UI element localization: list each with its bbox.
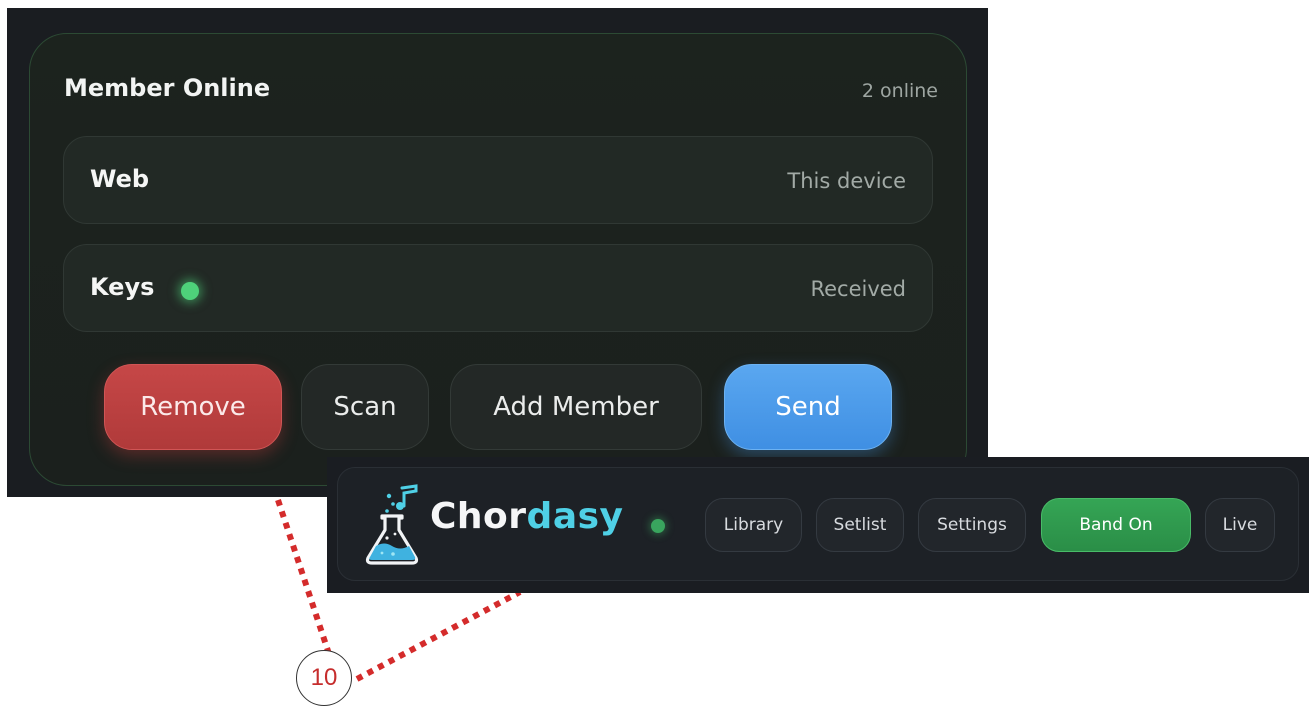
- panel-title: Member Online: [64, 74, 271, 102]
- flask-logo-icon[interactable]: [362, 484, 424, 566]
- nav-setlist-button[interactable]: Setlist: [816, 498, 904, 552]
- top-navbar: Chordasy Library Setlist Settings Band O…: [337, 467, 1299, 581]
- navbar-screenshot: Chordasy Library Setlist Settings Band O…: [327, 457, 1309, 593]
- callout-line-left: [275, 499, 334, 661]
- callout-number-badge: 10: [296, 650, 352, 706]
- connection-status-icon: [651, 519, 665, 533]
- scan-button[interactable]: Scan: [301, 364, 429, 450]
- brand-name[interactable]: Chordasy: [430, 496, 624, 537]
- member-status: This device: [787, 169, 906, 193]
- nav-library-button[interactable]: Library: [705, 498, 802, 552]
- send-button[interactable]: Send: [724, 364, 892, 450]
- member-name: Web: [90, 165, 150, 193]
- brand-name-part2: dasy: [526, 496, 624, 537]
- member-name: Keys: [90, 273, 155, 301]
- brand-name-part1: Chor: [430, 496, 527, 537]
- remove-button[interactable]: Remove: [104, 364, 282, 450]
- member-status: Received: [810, 277, 906, 301]
- nav-live-button[interactable]: Live: [1205, 498, 1275, 552]
- online-indicator-icon: [181, 282, 199, 300]
- member-panel-screenshot: Member Online 2 online Web This device K…: [7, 8, 988, 497]
- online-count: 2 online: [861, 80, 938, 102]
- nav-band-on-button[interactable]: Band On: [1041, 498, 1191, 552]
- member-row-keys[interactable]: Keys Received: [63, 244, 933, 332]
- callout-line-right: [355, 589, 522, 682]
- add-member-button[interactable]: Add Member: [450, 364, 702, 450]
- nav-settings-button[interactable]: Settings: [918, 498, 1026, 552]
- member-row-web[interactable]: Web This device: [63, 136, 933, 224]
- member-online-card: Member Online 2 online Web This device K…: [29, 33, 967, 486]
